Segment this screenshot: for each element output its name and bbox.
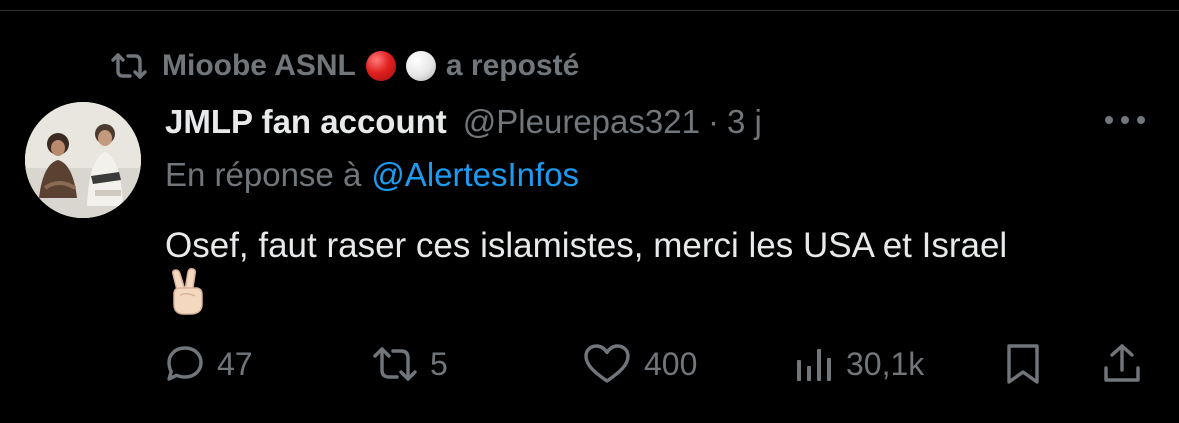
reply-icon	[165, 344, 205, 384]
like-button[interactable]: 400	[582, 336, 697, 392]
like-count: 400	[644, 345, 698, 382]
share-icon	[1100, 342, 1144, 386]
repost-count: 5	[430, 345, 448, 382]
repost-context: Mioobe ASNL a reposté	[110, 44, 579, 88]
bookmark-button[interactable]	[1003, 336, 1043, 392]
user-handle[interactable]: @Pleurepas321	[463, 103, 700, 141]
repost-user-name[interactable]: Mioobe ASNL	[162, 49, 356, 83]
tweet-time[interactable]: 3 j	[727, 103, 762, 141]
heart-icon	[582, 343, 632, 385]
bookmark-icon	[1003, 342, 1043, 386]
tweet-actions: 47 5 400 30,1k	[0, 336, 1179, 392]
top-divider	[0, 10, 1179, 11]
repost-suffix: a reposté	[445, 49, 580, 82]
red-circle-emoji	[365, 51, 396, 81]
reply-mention-link[interactable]: @AlertesInfos	[371, 156, 579, 194]
views-bar-chart-icon	[794, 344, 834, 384]
reply-prefix: En réponse à	[165, 156, 362, 193]
victory-hand-icon	[168, 268, 208, 316]
tweet-text: Osef, faut raser ces islamistes, merci l…	[165, 226, 1008, 265]
tweet-header: JMLP fan account @Pleurepas321 · 3 j	[165, 96, 762, 148]
repost-button[interactable]: 5	[372, 336, 448, 392]
share-button[interactable]	[1100, 336, 1144, 392]
more-options-icon[interactable]	[1100, 106, 1150, 134]
white-circle-emoji	[405, 51, 436, 81]
views-button[interactable]: 30,1k	[794, 336, 924, 392]
reply-count: 47	[217, 345, 253, 382]
reply-context: En réponse à @AlertesInfos	[165, 152, 579, 198]
reply-button[interactable]: 47	[165, 336, 253, 392]
views-count: 30,1k	[846, 345, 925, 382]
avatar[interactable]	[25, 102, 141, 218]
meta-separator: ·	[707, 103, 719, 140]
handle-meta: @Pleurepas321 · 3 j	[463, 103, 762, 141]
repost-label[interactable]: Mioobe ASNL a reposté	[162, 49, 579, 83]
display-name[interactable]: JMLP fan account	[165, 103, 447, 141]
repost-action-icon	[372, 344, 418, 384]
repost-icon	[110, 51, 148, 81]
